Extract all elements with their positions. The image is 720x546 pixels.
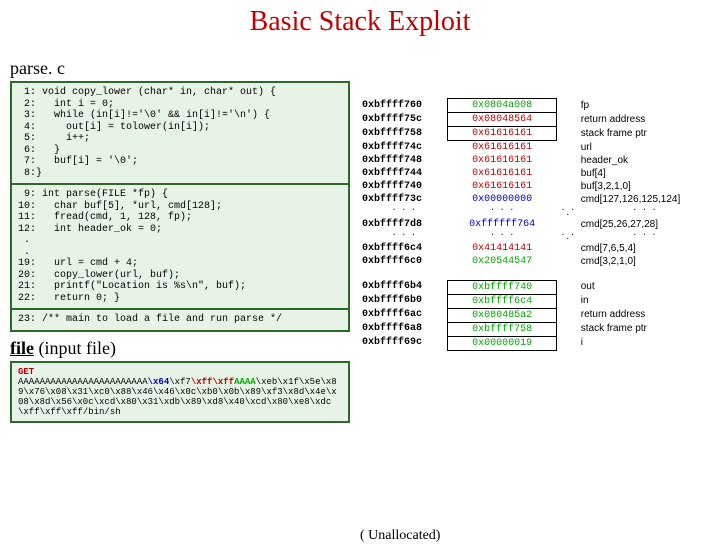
stack-val: 0x61616161 bbox=[448, 180, 557, 193]
stack-val: 0x20544547 bbox=[448, 255, 557, 268]
stack-label: cmd[3,2,1,0] bbox=[579, 255, 710, 268]
stack-label: in bbox=[579, 294, 710, 308]
stack-addr: 0xbffff6a8 bbox=[360, 322, 448, 336]
stack-val: 0xbffff6c4 bbox=[448, 294, 557, 308]
stack-label: url bbox=[579, 141, 710, 155]
stack-val: 0x61616161 bbox=[448, 154, 557, 167]
left-column: parse. c 1: void copy_lower (char* in, c… bbox=[10, 58, 350, 423]
stack-val: 0x00000019 bbox=[448, 336, 557, 350]
stack-label: i bbox=[579, 336, 710, 350]
slide-title: Basic Stack Exploit bbox=[0, 6, 720, 38]
file-content: GET AAAAAAAAAAAAAAAAAAAAAAAA\x64\xf7\xff… bbox=[10, 361, 350, 423]
stack-addr: 0xbffff6ac bbox=[360, 308, 448, 322]
stack-addr: 0xbffff744 bbox=[360, 167, 448, 180]
stack-addr: 0xbffff6b4 bbox=[360, 280, 448, 294]
stack-label: return address bbox=[579, 308, 710, 322]
stack-addr: 0xbffff6c0 bbox=[360, 255, 448, 268]
stack-val: 0x080485a2 bbox=[448, 308, 557, 322]
code-block-1: 1: void copy_lower (char* in, char* out)… bbox=[10, 81, 350, 185]
stack-addr: 0xbffff6c4 bbox=[360, 242, 448, 255]
source-file-label: parse. c bbox=[10, 58, 350, 79]
file-label: file (input file) bbox=[10, 338, 350, 359]
stack-label: buf[3,2,1,0] bbox=[579, 180, 710, 193]
stack-addr: 0xbffff758 bbox=[360, 127, 448, 141]
stack-addr: 0xbffff740 bbox=[360, 180, 448, 193]
stack-addr: 0xbffff75c bbox=[360, 113, 448, 127]
stack-label: stack frame ptr bbox=[579, 127, 710, 141]
stack-addr: 0xbffff760 bbox=[360, 99, 448, 113]
stack-label: header_ok bbox=[579, 154, 710, 167]
stack-label: cmd[7,6,5,4] bbox=[579, 242, 710, 255]
stack-val: 0x61616161 bbox=[448, 167, 557, 180]
stack-addr: 0xbffff6b0 bbox=[360, 294, 448, 308]
unallocated-label: ( Unallocated) bbox=[360, 528, 440, 544]
stack-diagram: 0xbffff7600x0804a008fp0xbffff75c0x080485… bbox=[360, 98, 710, 351]
stack-val: 0x61616161 bbox=[448, 127, 557, 141]
stack-val: 0x08048564 bbox=[448, 113, 557, 127]
stack-addr: 0xbffff748 bbox=[360, 154, 448, 167]
stack-label: stack frame ptr bbox=[579, 322, 710, 336]
file-get: GET bbox=[18, 367, 342, 377]
code-block-3: 23: /** main to load a file and run pars… bbox=[10, 310, 350, 332]
stack-val: 0xbffff740 bbox=[448, 280, 557, 294]
stack-label: buf[4] bbox=[579, 167, 710, 180]
stack-table: 0xbffff7600x0804a008fp0xbffff75c0x080485… bbox=[360, 98, 710, 351]
stack-val: 0x41414141 bbox=[448, 242, 557, 255]
stack-addr: 0xbffff69c bbox=[360, 336, 448, 350]
stack-label: fp bbox=[579, 99, 710, 113]
stack-val: 0x0804a008 bbox=[448, 99, 557, 113]
stack-val: 0xbffff758 bbox=[448, 322, 557, 336]
code-block-2: 9: int parse(FILE *fp) { 10: char buf[5]… bbox=[10, 185, 350, 310]
stack-label: out bbox=[579, 280, 710, 294]
stack-val: 0x61616161 bbox=[448, 141, 557, 155]
stack-addr: 0xbffff74c bbox=[360, 141, 448, 155]
stack-label: return address bbox=[579, 113, 710, 127]
